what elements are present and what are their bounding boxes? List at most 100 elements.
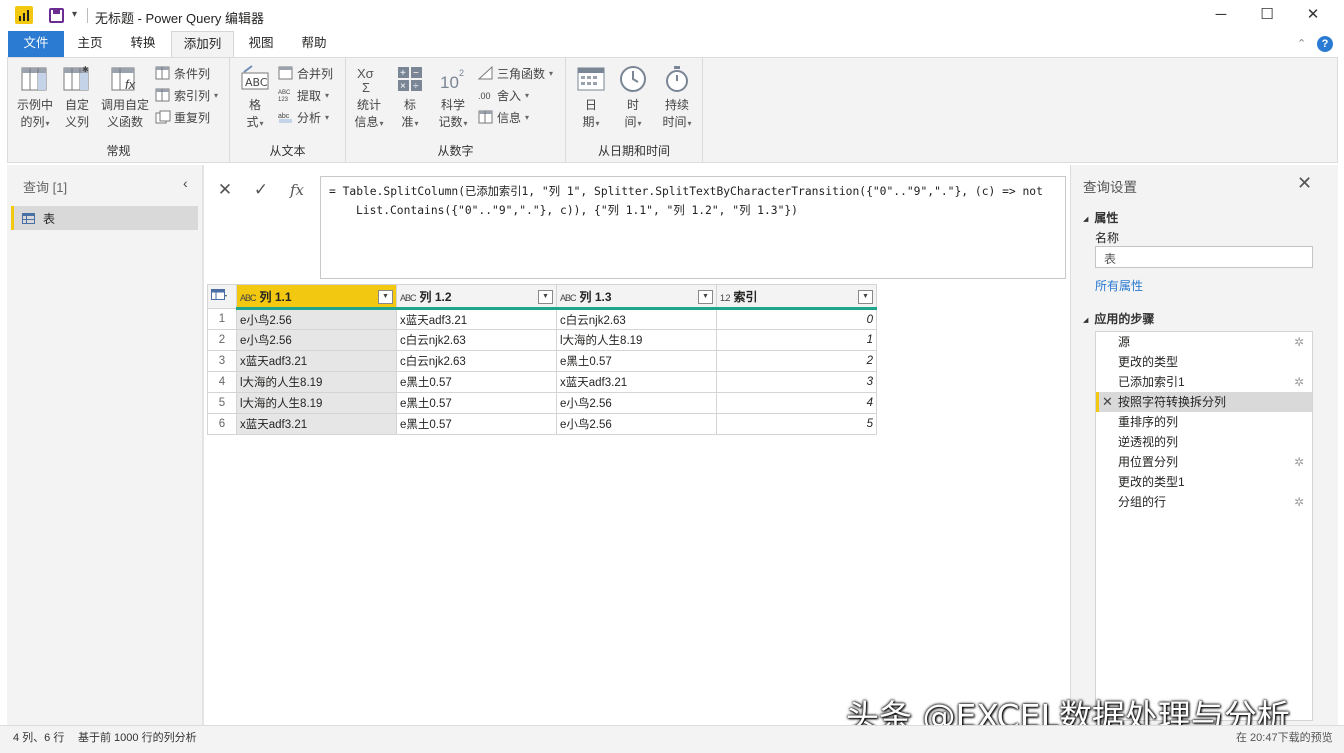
custom-column-button[interactable]: ✱ 自定 义列	[60, 64, 94, 131]
cell[interactable]: x蓝天adf3.21	[396, 308, 557, 330]
cell[interactable]: 2	[716, 350, 877, 372]
parse-button[interactable]: abc 分析 ▾	[278, 107, 329, 127]
cell[interactable]: e黑土0.57	[396, 371, 557, 393]
date-button[interactable]: 日 期▾	[574, 64, 608, 132]
duration-button[interactable]: 持续 时间▾	[658, 64, 696, 132]
cell[interactable]: e黑土0.57	[396, 392, 557, 414]
cell[interactable]: e黑土0.57	[556, 350, 717, 372]
cell[interactable]: l大海的人生8.19	[236, 371, 397, 393]
cell[interactable]: e黑土0.57	[396, 413, 557, 435]
gear-icon[interactable]: ✲	[1294, 372, 1304, 392]
gear-icon[interactable]: ✲	[1294, 452, 1304, 472]
close-button[interactable]: ✕	[1298, 4, 1328, 26]
commit-check-icon[interactable]: ✓	[243, 180, 279, 200]
column-header-3[interactable]: ABC 列 1.3 ▼	[556, 284, 717, 310]
cell[interactable]: x蓝天adf3.21	[236, 350, 397, 372]
merge-columns-button[interactable]: 合并列	[278, 63, 333, 83]
step-item[interactable]: 更改的类型1	[1096, 472, 1312, 492]
standard-button[interactable]: + − × ÷ 标 准▾	[394, 64, 426, 132]
collapse-queries-icon[interactable]: ‹	[183, 175, 188, 191]
cell[interactable]: e小鸟2.56	[236, 329, 397, 351]
close-settings-icon[interactable]: ✕	[1297, 173, 1312, 194]
information-button[interactable]: 信息 ▾	[478, 107, 529, 127]
step-item[interactable]: 重排序的列	[1096, 412, 1312, 432]
cell[interactable]: x蓝天adf3.21	[556, 371, 717, 393]
cell[interactable]: c白云njk2.63	[556, 308, 717, 330]
cell[interactable]: e小鸟2.56	[556, 392, 717, 414]
trigonometry-button[interactable]: 三角函数 ▾	[477, 63, 553, 83]
step-item[interactable]: 已添加索引1 ✲	[1096, 372, 1312, 392]
extract-button[interactable]: ABC 123 提取 ▾	[278, 85, 329, 105]
statistics-button[interactable]: Xσ Σ 统计 信息▾	[352, 64, 386, 132]
group-general: 示例中 的列▾ ✱ 自定 义列 fx 调用自定 义函数 条件列 索引列 ▾ 重复…	[8, 58, 230, 162]
properties-section-title[interactable]: 属性	[1083, 209, 1118, 226]
cell[interactable]: 4	[716, 392, 877, 414]
formula-bar[interactable]: = Table.SplitColumn(已添加索引1, "列 1", Split…	[320, 176, 1066, 279]
tab-help[interactable]: 帮助	[292, 31, 336, 57]
quick-access-dropdown-icon[interactable]: ▾	[72, 9, 77, 20]
cell[interactable]: c白云njk2.63	[396, 329, 557, 351]
cell[interactable]: 3	[716, 371, 877, 393]
cell[interactable]: 5	[716, 413, 877, 435]
tab-home[interactable]: 主页	[68, 31, 112, 57]
power-bi-logo-icon	[15, 6, 33, 24]
step-item[interactable]: 逆透视的列	[1096, 432, 1312, 452]
step-item-active[interactable]: ✕ 按照字符转换拆分列	[1096, 392, 1312, 412]
duplicate-column-button[interactable]: 重复列	[155, 107, 210, 127]
invoke-custom-function-button[interactable]: fx 调用自定 义函数	[98, 64, 152, 131]
gear-icon[interactable]: ✲	[1294, 332, 1304, 352]
step-item[interactable]: 用位置分列 ✲	[1096, 452, 1312, 472]
cancel-icon[interactable]: ✕	[207, 180, 243, 200]
cell[interactable]: l大海的人生8.19	[556, 329, 717, 351]
decimal-type-icon[interactable]: 1.2	[720, 293, 730, 303]
step-item[interactable]: 源 ✲	[1096, 332, 1312, 352]
tab-transform[interactable]: 转换	[120, 31, 166, 57]
save-icon[interactable]	[49, 8, 64, 23]
tab-add-column[interactable]: 添加列	[171, 31, 234, 58]
svg-text:−: −	[413, 68, 419, 79]
text-type-icon[interactable]: ABC	[400, 293, 416, 303]
time-button[interactable]: 时 间▾	[616, 64, 650, 132]
step-item[interactable]: 分组的行 ✲	[1096, 492, 1312, 512]
tab-view[interactable]: 视图	[240, 31, 282, 57]
query-item[interactable]: 表	[11, 206, 198, 230]
cell[interactable]: l大海的人生8.19	[236, 392, 397, 414]
maximize-button[interactable]: ☐	[1252, 4, 1282, 26]
delete-step-icon[interactable]: ✕	[1102, 392, 1113, 412]
filter-dropdown-icon[interactable]: ▼	[378, 290, 393, 304]
collapse-ribbon-icon[interactable]: ⌃	[1297, 37, 1306, 50]
fx-icon[interactable]: fx	[279, 181, 315, 199]
minimize-button[interactable]: ─	[1206, 4, 1236, 26]
cell[interactable]: e小鸟2.56	[556, 413, 717, 435]
applied-steps-section-title[interactable]: 应用的步骤	[1083, 310, 1154, 327]
conditional-column-button[interactable]: 条件列	[155, 63, 210, 83]
svg-text:abc: abc	[278, 113, 290, 120]
cell[interactable]: e小鸟2.56	[236, 308, 397, 330]
query-name-field[interactable]: 表	[1095, 246, 1313, 268]
text-type-icon[interactable]: ABC	[240, 293, 256, 303]
column-from-examples-button[interactable]: 示例中 的列▾	[14, 64, 56, 132]
rounding-button[interactable]: .00 舍入 ▾	[478, 85, 529, 105]
tab-file[interactable]: 文件	[8, 31, 64, 57]
index-column-button[interactable]: 索引列 ▾	[155, 85, 218, 105]
step-item[interactable]: 更改的类型	[1096, 352, 1312, 372]
column-header-1[interactable]: ABC 列 1.1 ▼	[236, 284, 397, 310]
cell[interactable]: x蓝天adf3.21	[236, 413, 397, 435]
column-header-4[interactable]: 1.2 索引 ▼	[716, 284, 877, 310]
gear-icon[interactable]: ✲	[1294, 492, 1304, 512]
filter-dropdown-icon[interactable]: ▼	[538, 290, 553, 304]
filter-dropdown-icon[interactable]: ▼	[698, 290, 713, 304]
all-properties-link[interactable]: 所有属性	[1095, 277, 1143, 294]
format-button[interactable]: ABC 格 式▾	[236, 64, 274, 132]
scientific-button[interactable]: 10 2 科学 记数▾	[434, 64, 472, 132]
row-number: 1	[207, 308, 237, 330]
cell[interactable]: c白云njk2.63	[396, 350, 557, 372]
filter-dropdown-icon[interactable]: ▼	[858, 290, 873, 304]
cell[interactable]: 1	[716, 329, 877, 351]
text-type-icon[interactable]: ABC	[560, 293, 576, 303]
column-header-2[interactable]: ABC 列 1.2 ▼	[396, 284, 557, 310]
column-profiling-mode[interactable]: 基于前 1000 行的列分析	[78, 729, 197, 745]
help-icon[interactable]: ?	[1317, 36, 1333, 52]
table-menu-icon[interactable]	[207, 284, 237, 309]
cell[interactable]: 0	[716, 308, 877, 330]
